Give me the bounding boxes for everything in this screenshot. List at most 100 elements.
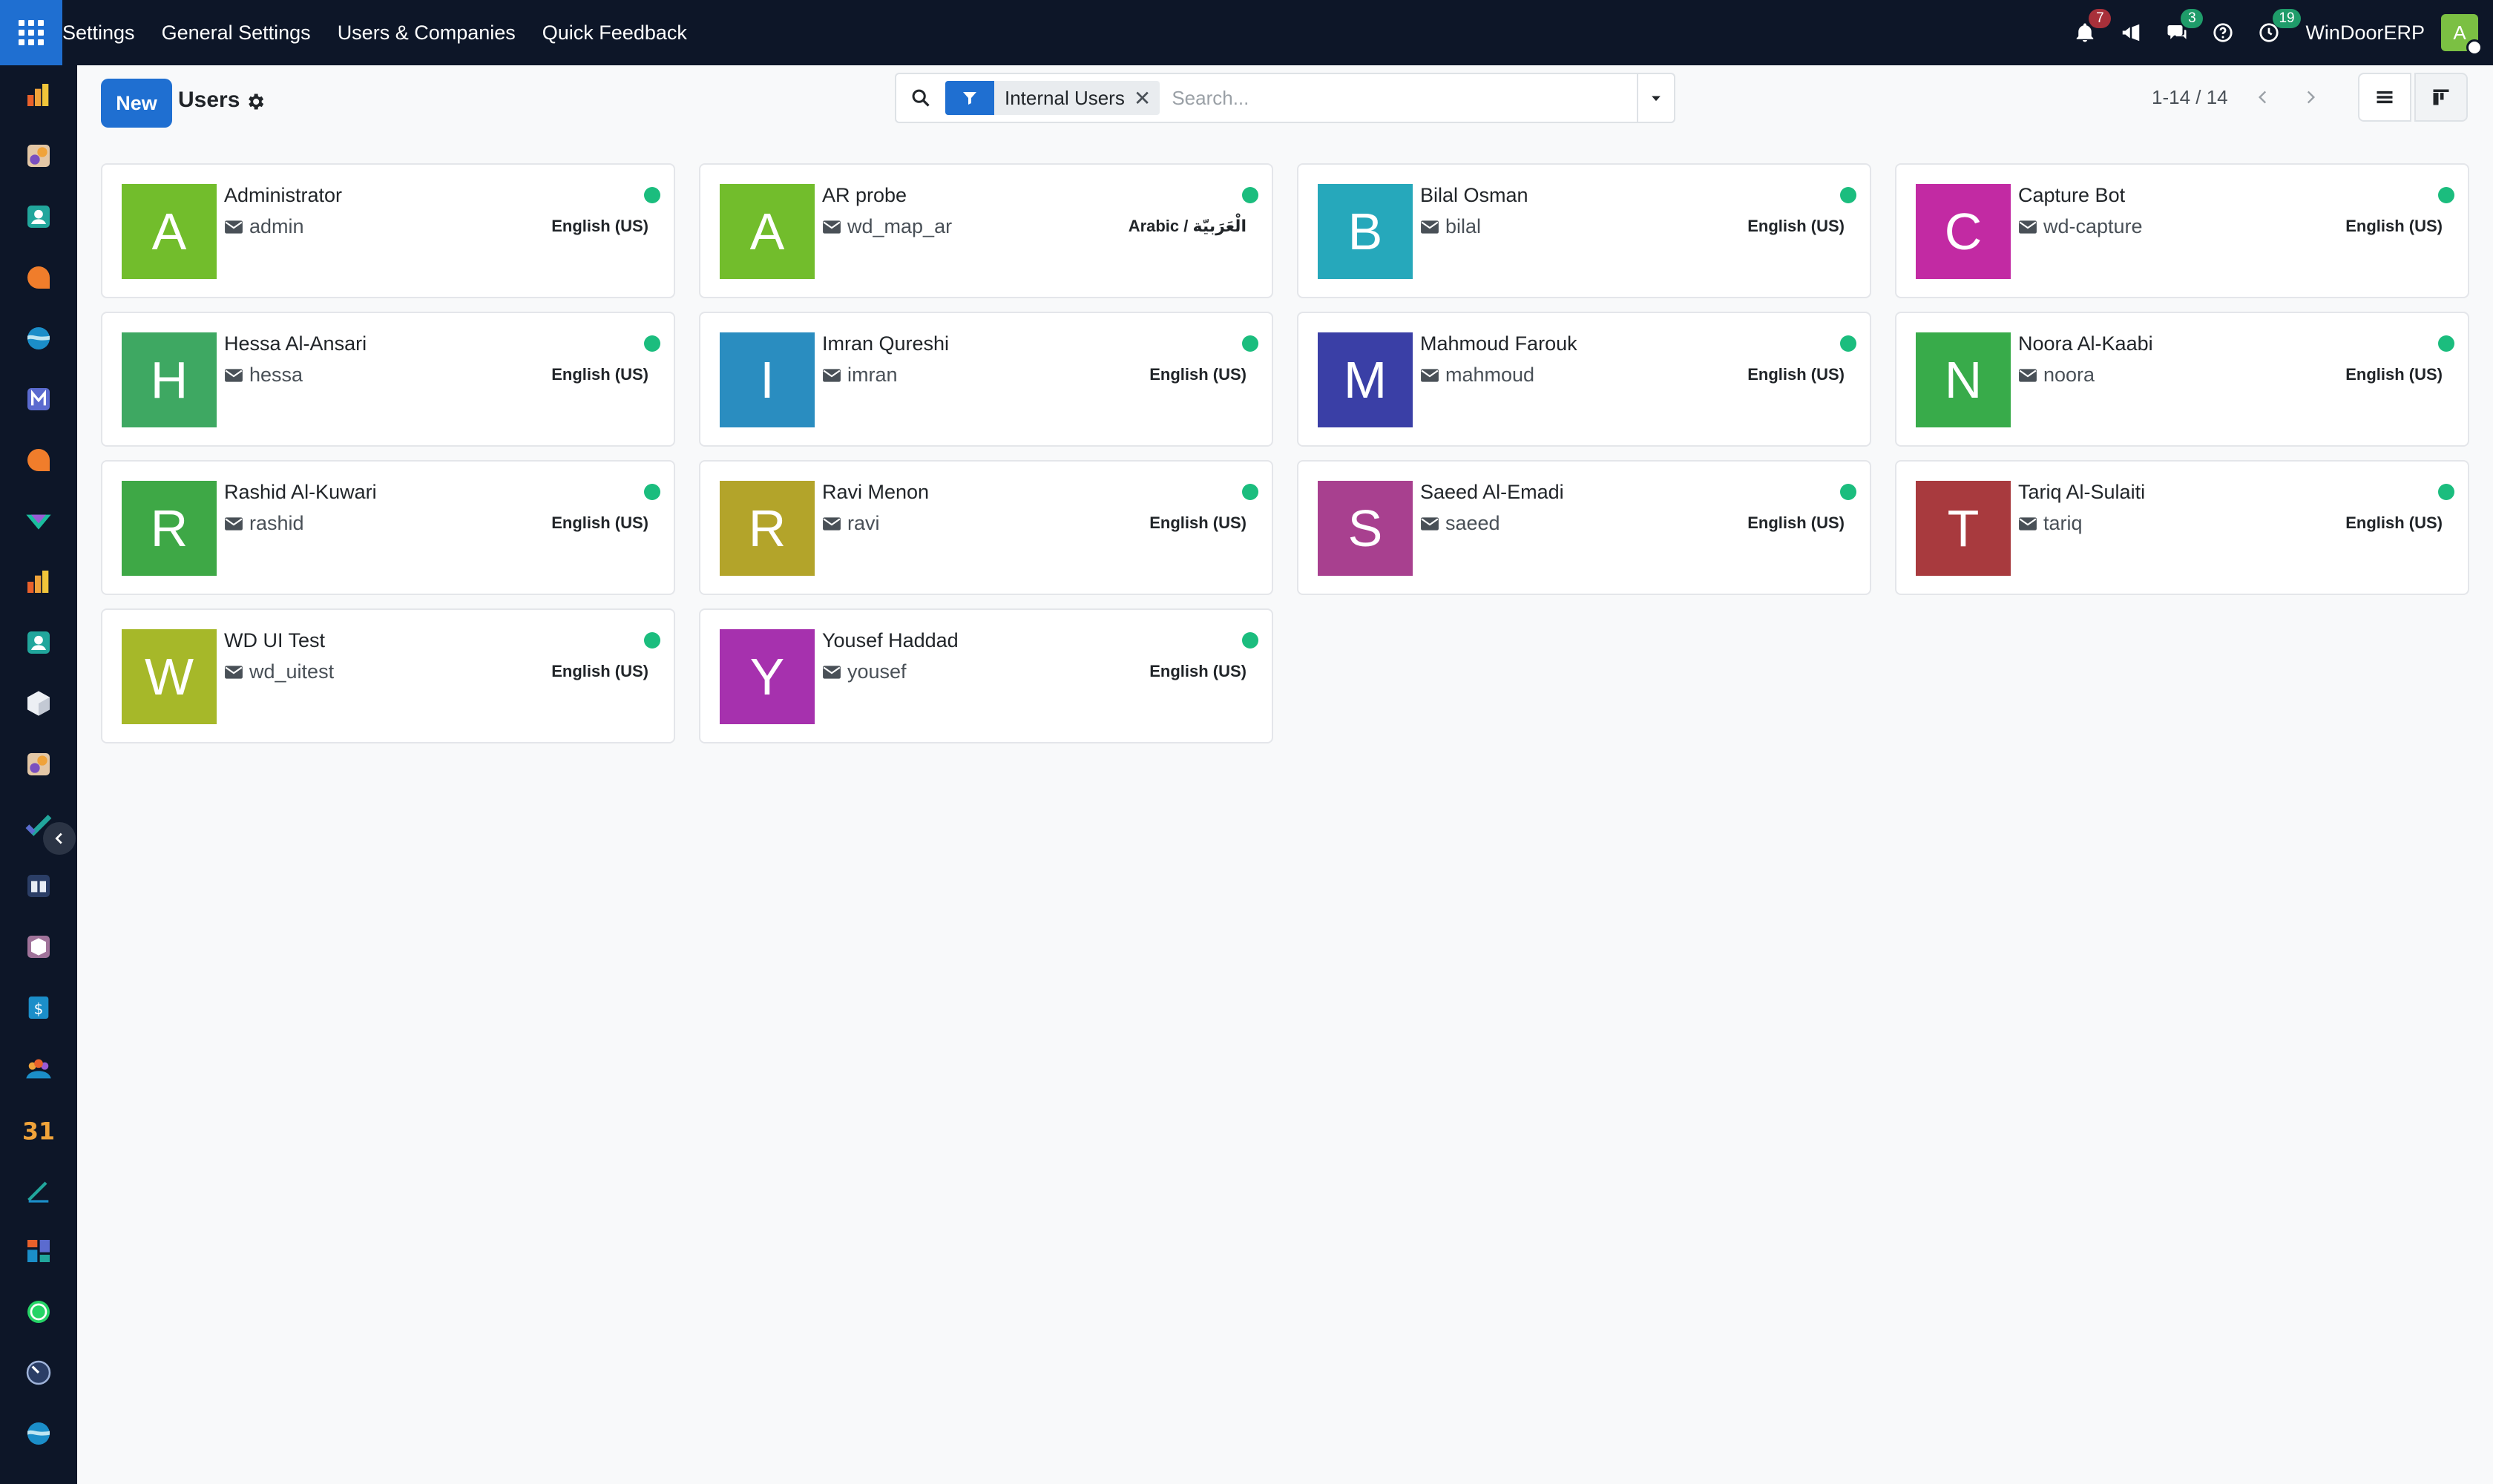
app-menu-button[interactable] bbox=[0, 0, 62, 65]
website-app-icon[interactable] bbox=[22, 322, 55, 355]
pager-value[interactable]: 1-14 / 14 bbox=[2152, 86, 2228, 109]
user-card[interactable]: A Administrator admin English (US) bbox=[101, 163, 675, 298]
user-card[interactable]: B Bilal Osman bilal English (US) bbox=[1297, 163, 1871, 298]
user-card[interactable]: R Rashid Al-Kuwari rashid English (US) bbox=[101, 460, 675, 595]
systray: 7 3 19 WinDoorERP A bbox=[2062, 0, 2493, 65]
employees-app-icon[interactable] bbox=[22, 626, 55, 659]
email-marketing-app-icon[interactable] bbox=[22, 383, 55, 416]
dashboard-app-icon[interactable] bbox=[22, 1235, 55, 1267]
chevron-left-icon bbox=[55, 833, 62, 844]
envelope-icon bbox=[1420, 219, 1445, 235]
invoicing-app-icon[interactable]: $ bbox=[22, 991, 55, 1024]
studio-app-icon[interactable] bbox=[22, 139, 55, 172]
apps-sidebar: $ 31 bbox=[0, 65, 77, 1484]
user-card[interactable]: I Imran Qureshi imran English (US) bbox=[699, 312, 1273, 447]
menu-brand-settings[interactable]: Settings bbox=[62, 0, 148, 65]
user-avatar-initial: A bbox=[2453, 21, 2466, 44]
announcements-button[interactable] bbox=[2108, 0, 2154, 65]
user-login: admin bbox=[249, 215, 304, 237]
messages-button[interactable]: 3 bbox=[2154, 0, 2204, 65]
gear-icon[interactable] bbox=[245, 91, 266, 112]
user-language: English (US) bbox=[2345, 217, 2443, 235]
vendor-app-icon[interactable] bbox=[22, 505, 55, 537]
user-card[interactable]: T Tariq Al-Sulaiti tariq English (US) bbox=[1895, 460, 2469, 595]
products-app-icon[interactable] bbox=[22, 687, 55, 720]
envelope-icon bbox=[224, 367, 249, 384]
list-view-button[interactable] bbox=[2358, 73, 2411, 122]
online-status-dot bbox=[2438, 187, 2454, 203]
user-card[interactable]: A AR probe wd_map_ar Arabic / الْعَرَبيّة bbox=[699, 163, 1273, 298]
menu-quick-feedback[interactable]: Quick Feedback bbox=[529, 0, 700, 65]
login-row: ravi bbox=[822, 512, 880, 535]
user-card[interactable]: S Saeed Al-Emadi saeed English (US) bbox=[1297, 460, 1871, 595]
kanban-view-button[interactable] bbox=[2414, 73, 2468, 122]
chevron-right-icon bbox=[2307, 91, 2316, 104]
help-button[interactable] bbox=[2200, 0, 2246, 65]
search-input[interactable] bbox=[1172, 76, 1637, 120]
user-card[interactable]: C Capture Bot wd-capture English (US) bbox=[1895, 163, 2469, 298]
discuss-app-icon[interactable] bbox=[22, 261, 55, 294]
login-row: tariq bbox=[2018, 512, 2083, 535]
activities-button[interactable]: 19 bbox=[2246, 0, 2301, 65]
user-login: imran bbox=[847, 364, 898, 386]
menu-general-settings[interactable]: General Settings bbox=[148, 0, 324, 65]
online-status-dot bbox=[1242, 187, 1258, 203]
user-card[interactable]: M Mahmoud Farouk mahmoud English (US) bbox=[1297, 312, 1871, 447]
company-switcher[interactable]: WinDoorERP bbox=[2292, 22, 2441, 45]
menu-users-companies[interactable]: Users & Companies bbox=[324, 0, 529, 65]
user-card[interactable]: N Noora Al-Kaabi noora English (US) bbox=[1895, 312, 2469, 447]
sign-app-icon[interactable] bbox=[22, 1174, 55, 1206]
user-login: bilal bbox=[1445, 215, 1482, 237]
user-name: Hessa Al-Ansari bbox=[224, 332, 367, 355]
user-avatar-image: W bbox=[122, 629, 217, 724]
contacts-app-icon[interactable] bbox=[22, 200, 55, 233]
calendar-app-icon[interactable]: 31 bbox=[22, 1113, 55, 1146]
login-row: bilal bbox=[1420, 215, 1481, 238]
user-card[interactable]: Y Yousef Haddad yousef English (US) bbox=[699, 608, 1273, 743]
knowledge-app-icon[interactable] bbox=[22, 870, 55, 902]
pager-previous-button[interactable] bbox=[2242, 74, 2284, 120]
list-view-icon bbox=[2377, 91, 2393, 104]
user-name: WD UI Test bbox=[224, 629, 326, 651]
user-name: Administrator bbox=[224, 184, 343, 206]
user-language: English (US) bbox=[1747, 217, 1845, 235]
user-card[interactable]: H Hessa Al-Ansari hessa English (US) bbox=[101, 312, 675, 447]
online-status-dot bbox=[1840, 484, 1856, 500]
notifications-button[interactable]: 7 bbox=[2062, 0, 2112, 65]
inventory-app-icon[interactable] bbox=[22, 79, 55, 111]
website2-app-icon[interactable] bbox=[22, 1417, 55, 1450]
user-language: English (US) bbox=[551, 217, 648, 235]
envelope-icon bbox=[822, 367, 847, 384]
online-status-dot bbox=[2438, 484, 2454, 500]
user-login: ravi bbox=[847, 512, 880, 534]
pager-next-button[interactable] bbox=[2290, 74, 2331, 120]
user-login: tariq bbox=[2043, 512, 2083, 534]
package-app-icon[interactable] bbox=[22, 930, 55, 963]
studio2-app-icon[interactable] bbox=[22, 748, 55, 781]
search-options-toggle[interactable] bbox=[1637, 74, 1674, 122]
facet-remove-button[interactable]: ✕ bbox=[1134, 81, 1160, 115]
timer-app-icon[interactable] bbox=[22, 1356, 55, 1389]
login-row: rashid bbox=[224, 512, 304, 535]
whatsapp-app-icon[interactable] bbox=[22, 1296, 55, 1328]
user-name: Noora Al-Kaabi bbox=[2018, 332, 2153, 355]
user-avatar-image: Y bbox=[720, 629, 815, 724]
user-card[interactable]: R Ravi Menon ravi English (US) bbox=[699, 460, 1273, 595]
sidebar-collapse-button[interactable] bbox=[43, 822, 76, 855]
team-app-icon[interactable] bbox=[22, 1052, 55, 1085]
help-icon bbox=[2213, 23, 2233, 42]
online-status-dot bbox=[644, 484, 660, 500]
search-button[interactable] bbox=[896, 74, 945, 122]
user-avatar-image: N bbox=[1916, 332, 2011, 427]
online-status-dot bbox=[644, 335, 660, 352]
user-name: Capture Bot bbox=[2018, 184, 2126, 206]
user-avatar[interactable]: A bbox=[2441, 14, 2483, 56]
login-row: noora bbox=[2018, 364, 2095, 387]
livechat-app-icon[interactable] bbox=[22, 444, 55, 476]
reporting-app-icon[interactable] bbox=[22, 565, 55, 598]
user-card[interactable]: W WD UI Test wd_uitest English (US) bbox=[101, 608, 675, 743]
login-row: hessa bbox=[224, 364, 303, 387]
new-button[interactable]: New bbox=[101, 79, 172, 128]
svg-text:$: $ bbox=[34, 999, 44, 1017]
caret-down-icon bbox=[1652, 96, 1661, 102]
